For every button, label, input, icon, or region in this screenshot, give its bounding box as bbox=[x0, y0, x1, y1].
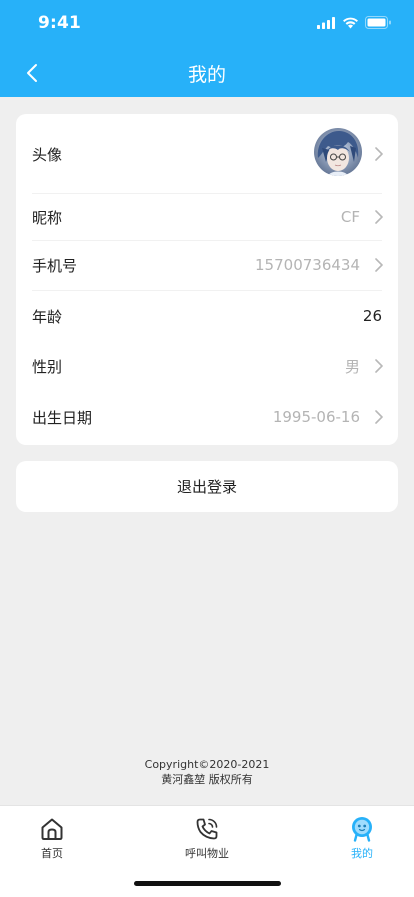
birthday-row[interactable]: 出生日期 1995-06-16 bbox=[16, 391, 398, 443]
home-icon bbox=[41, 818, 63, 840]
header: 9:41 我的 bbox=[0, 0, 414, 97]
avatar-image bbox=[314, 128, 362, 176]
tab-home[interactable]: 首页 bbox=[7, 816, 97, 861]
home-indicator bbox=[134, 881, 281, 886]
gender-label: 性别 bbox=[32, 357, 63, 376]
tab-call-property[interactable]: 呼叫物业 bbox=[162, 816, 252, 861]
birthday-label: 出生日期 bbox=[32, 408, 93, 427]
nickname-label: 昵称 bbox=[32, 208, 63, 227]
gender-value: 男 bbox=[344, 357, 360, 376]
profile-icon bbox=[352, 817, 372, 842]
chevron-right-icon bbox=[375, 147, 383, 161]
tab-call-property-label: 呼叫物业 bbox=[185, 847, 229, 860]
phone-row[interactable]: 手机号 15700736434 bbox=[16, 241, 398, 289]
nav-bar: 我的 bbox=[0, 48, 414, 98]
cellular-signal-icon bbox=[317, 16, 335, 29]
phone-label: 手机号 bbox=[32, 256, 78, 275]
phone-icon bbox=[196, 818, 218, 840]
chevron-right-icon bbox=[375, 210, 383, 224]
tab-bar: 首页 呼叫物业 我的 bbox=[0, 805, 414, 897]
logout-label: 退出登录 bbox=[176, 478, 237, 496]
tab-mine-label: 我的 bbox=[351, 847, 373, 860]
age-label: 年龄 bbox=[32, 307, 63, 326]
nickname-value: CF bbox=[340, 208, 360, 226]
status-icons bbox=[317, 16, 392, 29]
tab-mine[interactable]: 我的 bbox=[317, 816, 407, 861]
avatar-label: 头像 bbox=[32, 145, 63, 164]
logout-button[interactable]: 退出登录 bbox=[16, 461, 398, 512]
page-title: 我的 bbox=[187, 64, 226, 86]
copyright: Copyright©2020-2021 黄河鑫堃 版权所有 bbox=[0, 757, 414, 787]
copyright-text: Copyright©2020-2021 bbox=[144, 758, 270, 771]
chevron-right-icon bbox=[375, 410, 383, 424]
battery-icon bbox=[365, 16, 391, 29]
age-value: 26 bbox=[362, 307, 382, 325]
phone-value: 15700736434 bbox=[255, 256, 360, 274]
copyright-owner: 黄河鑫堃 版权所有 bbox=[161, 773, 253, 786]
chevron-right-icon bbox=[375, 359, 383, 373]
status-bar: 9:41 bbox=[0, 0, 414, 46]
gender-row[interactable]: 性别 男 bbox=[16, 341, 398, 391]
avatar-row[interactable]: 头像 bbox=[16, 114, 398, 194]
profile-card: 头像 昵称 CF 手机号 15700736434 年龄 26 性别 男 出生日期… bbox=[16, 114, 398, 445]
status-time: 9:41 bbox=[38, 13, 82, 33]
wifi-icon bbox=[343, 17, 358, 28]
avatar bbox=[314, 128, 362, 176]
birthday-value: 1995-06-16 bbox=[272, 408, 360, 426]
tab-home-label: 首页 bbox=[41, 847, 63, 860]
age-row: 年龄 26 bbox=[16, 291, 398, 341]
nickname-row[interactable]: 昵称 CF bbox=[16, 194, 398, 240]
chevron-right-icon bbox=[375, 258, 383, 272]
